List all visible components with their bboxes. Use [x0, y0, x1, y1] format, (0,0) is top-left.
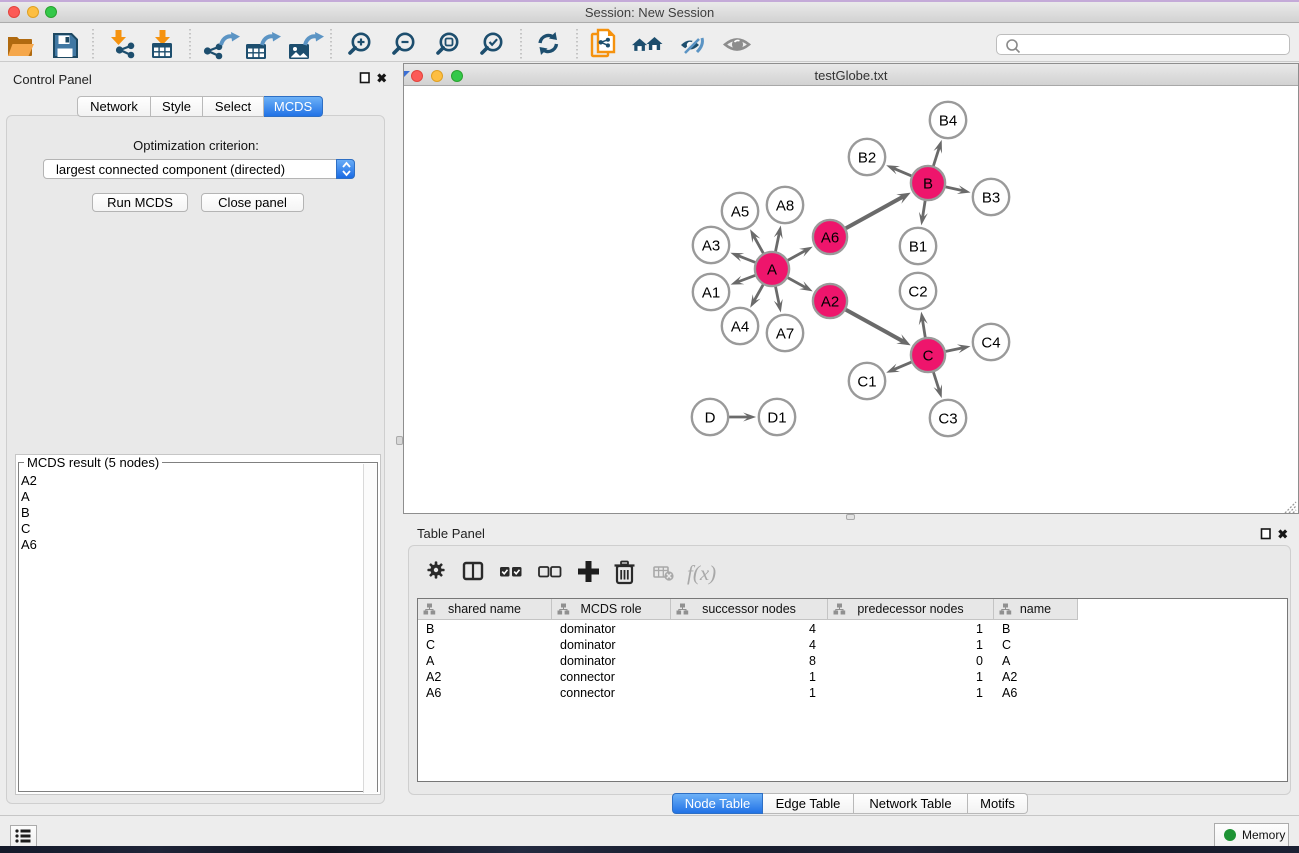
- svg-text:A1: A1: [702, 284, 720, 301]
- svg-text:B2: B2: [858, 149, 876, 166]
- svg-text:A8: A8: [776, 197, 794, 214]
- svg-text:A7: A7: [776, 325, 794, 342]
- svg-text:A3: A3: [702, 237, 720, 254]
- svg-text:A6: A6: [821, 229, 839, 246]
- svg-text:D1: D1: [767, 409, 786, 426]
- svg-text:C4: C4: [981, 334, 1000, 351]
- svg-text:B1: B1: [909, 238, 927, 255]
- svg-text:B3: B3: [982, 189, 1000, 206]
- svg-text:A4: A4: [731, 318, 749, 335]
- svg-text:f(x): f(x): [687, 561, 716, 585]
- svg-text:A2: A2: [821, 293, 839, 310]
- svg-text:✖: ✖: [377, 72, 388, 86]
- svg-text:A5: A5: [731, 203, 749, 220]
- svg-text:C: C: [923, 347, 934, 364]
- svg-text:D: D: [705, 409, 716, 426]
- svg-text:B4: B4: [939, 112, 957, 129]
- svg-text:B: B: [923, 175, 933, 192]
- svg-text:✖: ✖: [1278, 528, 1289, 542]
- svg-text:C1: C1: [857, 373, 876, 390]
- svg-text:A: A: [767, 261, 777, 278]
- svg-text:C3: C3: [938, 410, 957, 427]
- svg-text:C2: C2: [908, 283, 927, 300]
